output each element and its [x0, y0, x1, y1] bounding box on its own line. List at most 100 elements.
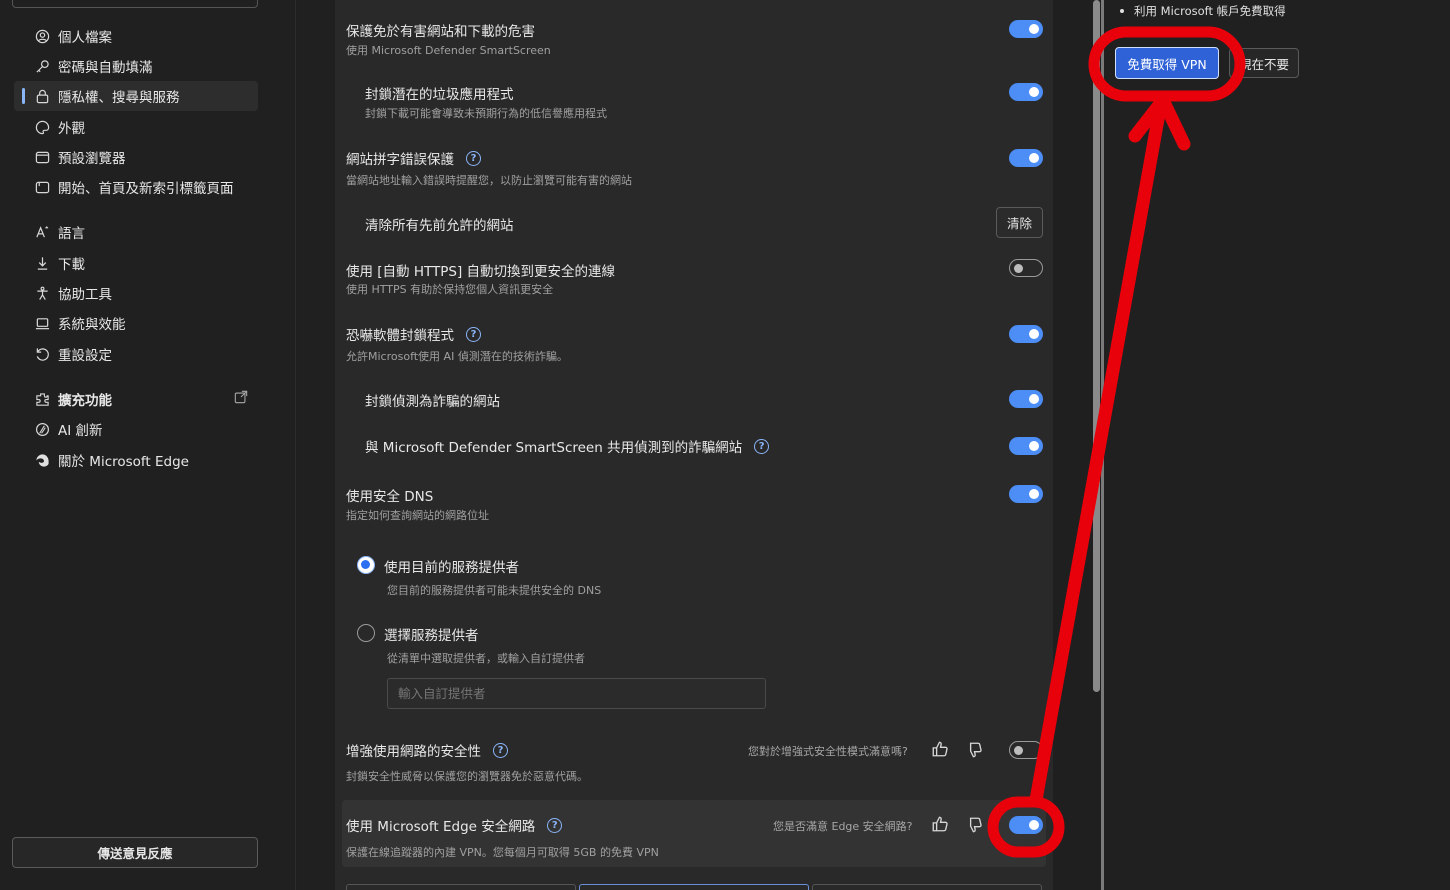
- help-icon[interactable]: ?: [547, 817, 563, 833]
- enhanced-security-toggle[interactable]: [1009, 741, 1043, 759]
- sidebar-item-label: 預設瀏覽器: [58, 151, 126, 167]
- typo-toggle[interactable]: [1009, 149, 1043, 167]
- lock-icon: [32, 89, 52, 104]
- sidebar-item-reset[interactable]: 重設設定: [14, 339, 258, 369]
- option-description: 從清單中選取提供者，或輸入自訂提供者: [387, 652, 585, 665]
- feedback-question: 您是否滿意 Edge 安全網路?: [773, 820, 913, 833]
- download-icon: [32, 256, 52, 271]
- setting-description: 封鎖安全性威脅以保護您的瀏覽器免於惡意代碼。: [346, 770, 588, 783]
- thumbs-up-icon[interactable]: [931, 815, 951, 835]
- dns-toggle[interactable]: [1009, 485, 1043, 503]
- sidebar-item-languages[interactable]: 語言: [14, 217, 258, 247]
- sidebar-item-privacy[interactable]: 隱私權、搜尋與服務: [14, 81, 258, 111]
- bullet-dot: [1120, 9, 1124, 13]
- setting-title: 保護免於有害網站和下載的危害: [346, 24, 535, 40]
- sidebar-item-ai[interactable]: AI 創新: [14, 414, 258, 444]
- key-icon: [32, 59, 52, 74]
- setting-description: 保護在線追蹤器的內建 VPN。您每個月可取得 5GB 的免費 VPN: [346, 846, 659, 859]
- ai-icon: [32, 422, 52, 437]
- accessibility-icon: [32, 286, 52, 301]
- sidebar-item-appearance[interactable]: 外觀: [14, 112, 258, 142]
- settings-main: 保護免於有害網站和下載的危害 使用 Microsoft Defender Sma…: [297, 0, 1053, 890]
- setting-description: 封鎖下載可能會導致未預期行為的低信譽應用程式: [365, 107, 607, 120]
- block-scam-toggle[interactable]: [1009, 390, 1043, 408]
- vpn-option-tab[interactable]: [812, 884, 1042, 890]
- sidebar-item-passwords[interactable]: 密碼與自動填滿: [14, 51, 258, 81]
- custom-provider-input[interactable]: [387, 678, 766, 709]
- setting-title-text: 使用 Microsoft Edge 安全網路: [346, 819, 536, 835]
- laptop-icon: [32, 316, 52, 331]
- setting-title: 使用 Microsoft Edge 安全網路?: [346, 815, 563, 835]
- https-toggle[interactable]: [1009, 259, 1043, 277]
- help-icon[interactable]: ?: [754, 438, 770, 454]
- scareware-toggle[interactable]: [1009, 325, 1043, 343]
- help-icon[interactable]: ?: [466, 326, 481, 342]
- feedback-question: 您對於增強式安全性模式滿意嗎?: [748, 745, 908, 758]
- get-free-vpn-button[interactable]: 免費取得 VPN: [1115, 47, 1219, 79]
- vpn-flyout: 利用 Microsoft 帳戶免費取得 現在不要 免費取得 VPN: [1104, 0, 1450, 890]
- setting-title: 恐嚇軟體封鎖程式?: [346, 324, 481, 344]
- dns-choose-radio[interactable]: [357, 624, 375, 642]
- thumbs-down-icon[interactable]: [965, 816, 985, 836]
- setting-title: 增強使用網路的安全性?: [346, 740, 508, 760]
- setting-title-text: 網站拼字錯誤保護: [346, 152, 454, 168]
- setting-title-text: 增強使用網路的安全性: [346, 744, 481, 760]
- secure-network-toggle[interactable]: [1009, 816, 1043, 834]
- setting-title: 使用安全 DNS: [346, 489, 434, 505]
- setting-description: 當網站地址輸入錯誤時提醒您，以防止瀏覽可能有害的網站: [346, 174, 632, 187]
- thumbs-down-icon[interactable]: [965, 741, 985, 761]
- smartscreen-toggle[interactable]: [1009, 20, 1043, 38]
- option-description: 您目前的服務提供者可能未提供安全的 DNS: [387, 584, 602, 597]
- setting-title: 封鎖偵測為詐騙的網站: [365, 394, 500, 410]
- sidebar-item-downloads[interactable]: 下載: [14, 248, 258, 278]
- sidebar-item-profile[interactable]: 個人檔案: [14, 21, 258, 51]
- palette-icon: [32, 120, 52, 135]
- clear-button[interactable]: 清除: [996, 207, 1043, 238]
- not-now-button[interactable]: 現在不要: [1229, 48, 1299, 78]
- help-icon[interactable]: ?: [466, 150, 481, 166]
- setting-description: 指定如何查詢網站的網路位址: [346, 509, 489, 522]
- sidebar-item-label: 密碼與自動填滿: [58, 60, 153, 76]
- vpn-benefit-text: 利用 Microsoft 帳戶免費取得: [1134, 4, 1286, 18]
- sidebar-item-system[interactable]: 系統與效能: [14, 308, 258, 338]
- browser-icon: [32, 150, 52, 165]
- search-settings-input[interactable]: [12, 0, 258, 8]
- sidebar-item-label: 語言: [58, 226, 85, 242]
- sidebar-item-label: 下載: [58, 257, 85, 273]
- vpn-option-tab[interactable]: [346, 884, 576, 890]
- scrollbar-thumb[interactable]: [1093, 0, 1100, 692]
- share-scam-toggle[interactable]: [1009, 437, 1043, 455]
- vpn-option-tab[interactable]: [579, 884, 809, 890]
- setting-title: 使用 [自動 HTTPS] 自動切換到更安全的連線: [346, 264, 616, 280]
- setting-description: 使用 Microsoft Defender SmartScreen: [346, 44, 551, 57]
- option-title: 選擇服務提供者: [384, 628, 479, 644]
- sidebar-item-label: 重設設定: [58, 348, 112, 364]
- send-feedback-button[interactable]: 傳送意見反應: [12, 837, 258, 868]
- sidebar-item-label: 外觀: [58, 121, 85, 137]
- sidebar-item-label: 個人檔案: [58, 30, 112, 46]
- sidebar-item-about[interactable]: 關於 Microsoft Edge: [14, 445, 258, 475]
- setting-title-text: 恐嚇軟體封鎖程式: [346, 328, 454, 344]
- sidebar-item-label: 系統與效能: [58, 317, 126, 333]
- sidebar-item-accessibility[interactable]: 協助工具: [14, 278, 258, 308]
- sidebar-item-label: AI 創新: [58, 423, 103, 439]
- extensions-icon: [32, 392, 52, 407]
- dns-current-radio[interactable]: [357, 556, 375, 574]
- sidebar-item-extensions[interactable]: 擴充功能: [14, 384, 258, 414]
- sidebar-item-default-browser[interactable]: 預設瀏覽器: [14, 142, 258, 172]
- reset-icon: [32, 347, 52, 362]
- setting-title: 封鎖潛在的垃圾應用程式: [365, 87, 514, 103]
- sidebar-item-label: 關於 Microsoft Edge: [58, 454, 189, 470]
- help-icon[interactable]: ?: [493, 742, 508, 758]
- language-icon: [32, 225, 52, 240]
- sidebar-item-label: 開始、首頁及新索引標籤頁面: [58, 181, 234, 197]
- sidebar-item-start-home[interactable]: 開始、首頁及新索引標籤頁面: [14, 172, 258, 202]
- home-tab-icon: [32, 180, 52, 195]
- thumbs-up-icon[interactable]: [931, 740, 951, 760]
- setting-description: 允許Microsoft使用 AI 偵測潛在的技術詐騙。: [346, 350, 568, 363]
- edge-icon: [32, 453, 52, 468]
- external-link-icon: [234, 390, 248, 408]
- settings-sidebar: 個人檔案 密碼與自動填滿 隱私權、搜尋與服務 外觀 預設瀏覽器 開始、首頁及新索…: [0, 0, 296, 890]
- setting-title: 與 Microsoft Defender SmartScreen 共用偵測到的詐…: [365, 436, 770, 456]
- pua-toggle[interactable]: [1009, 83, 1043, 101]
